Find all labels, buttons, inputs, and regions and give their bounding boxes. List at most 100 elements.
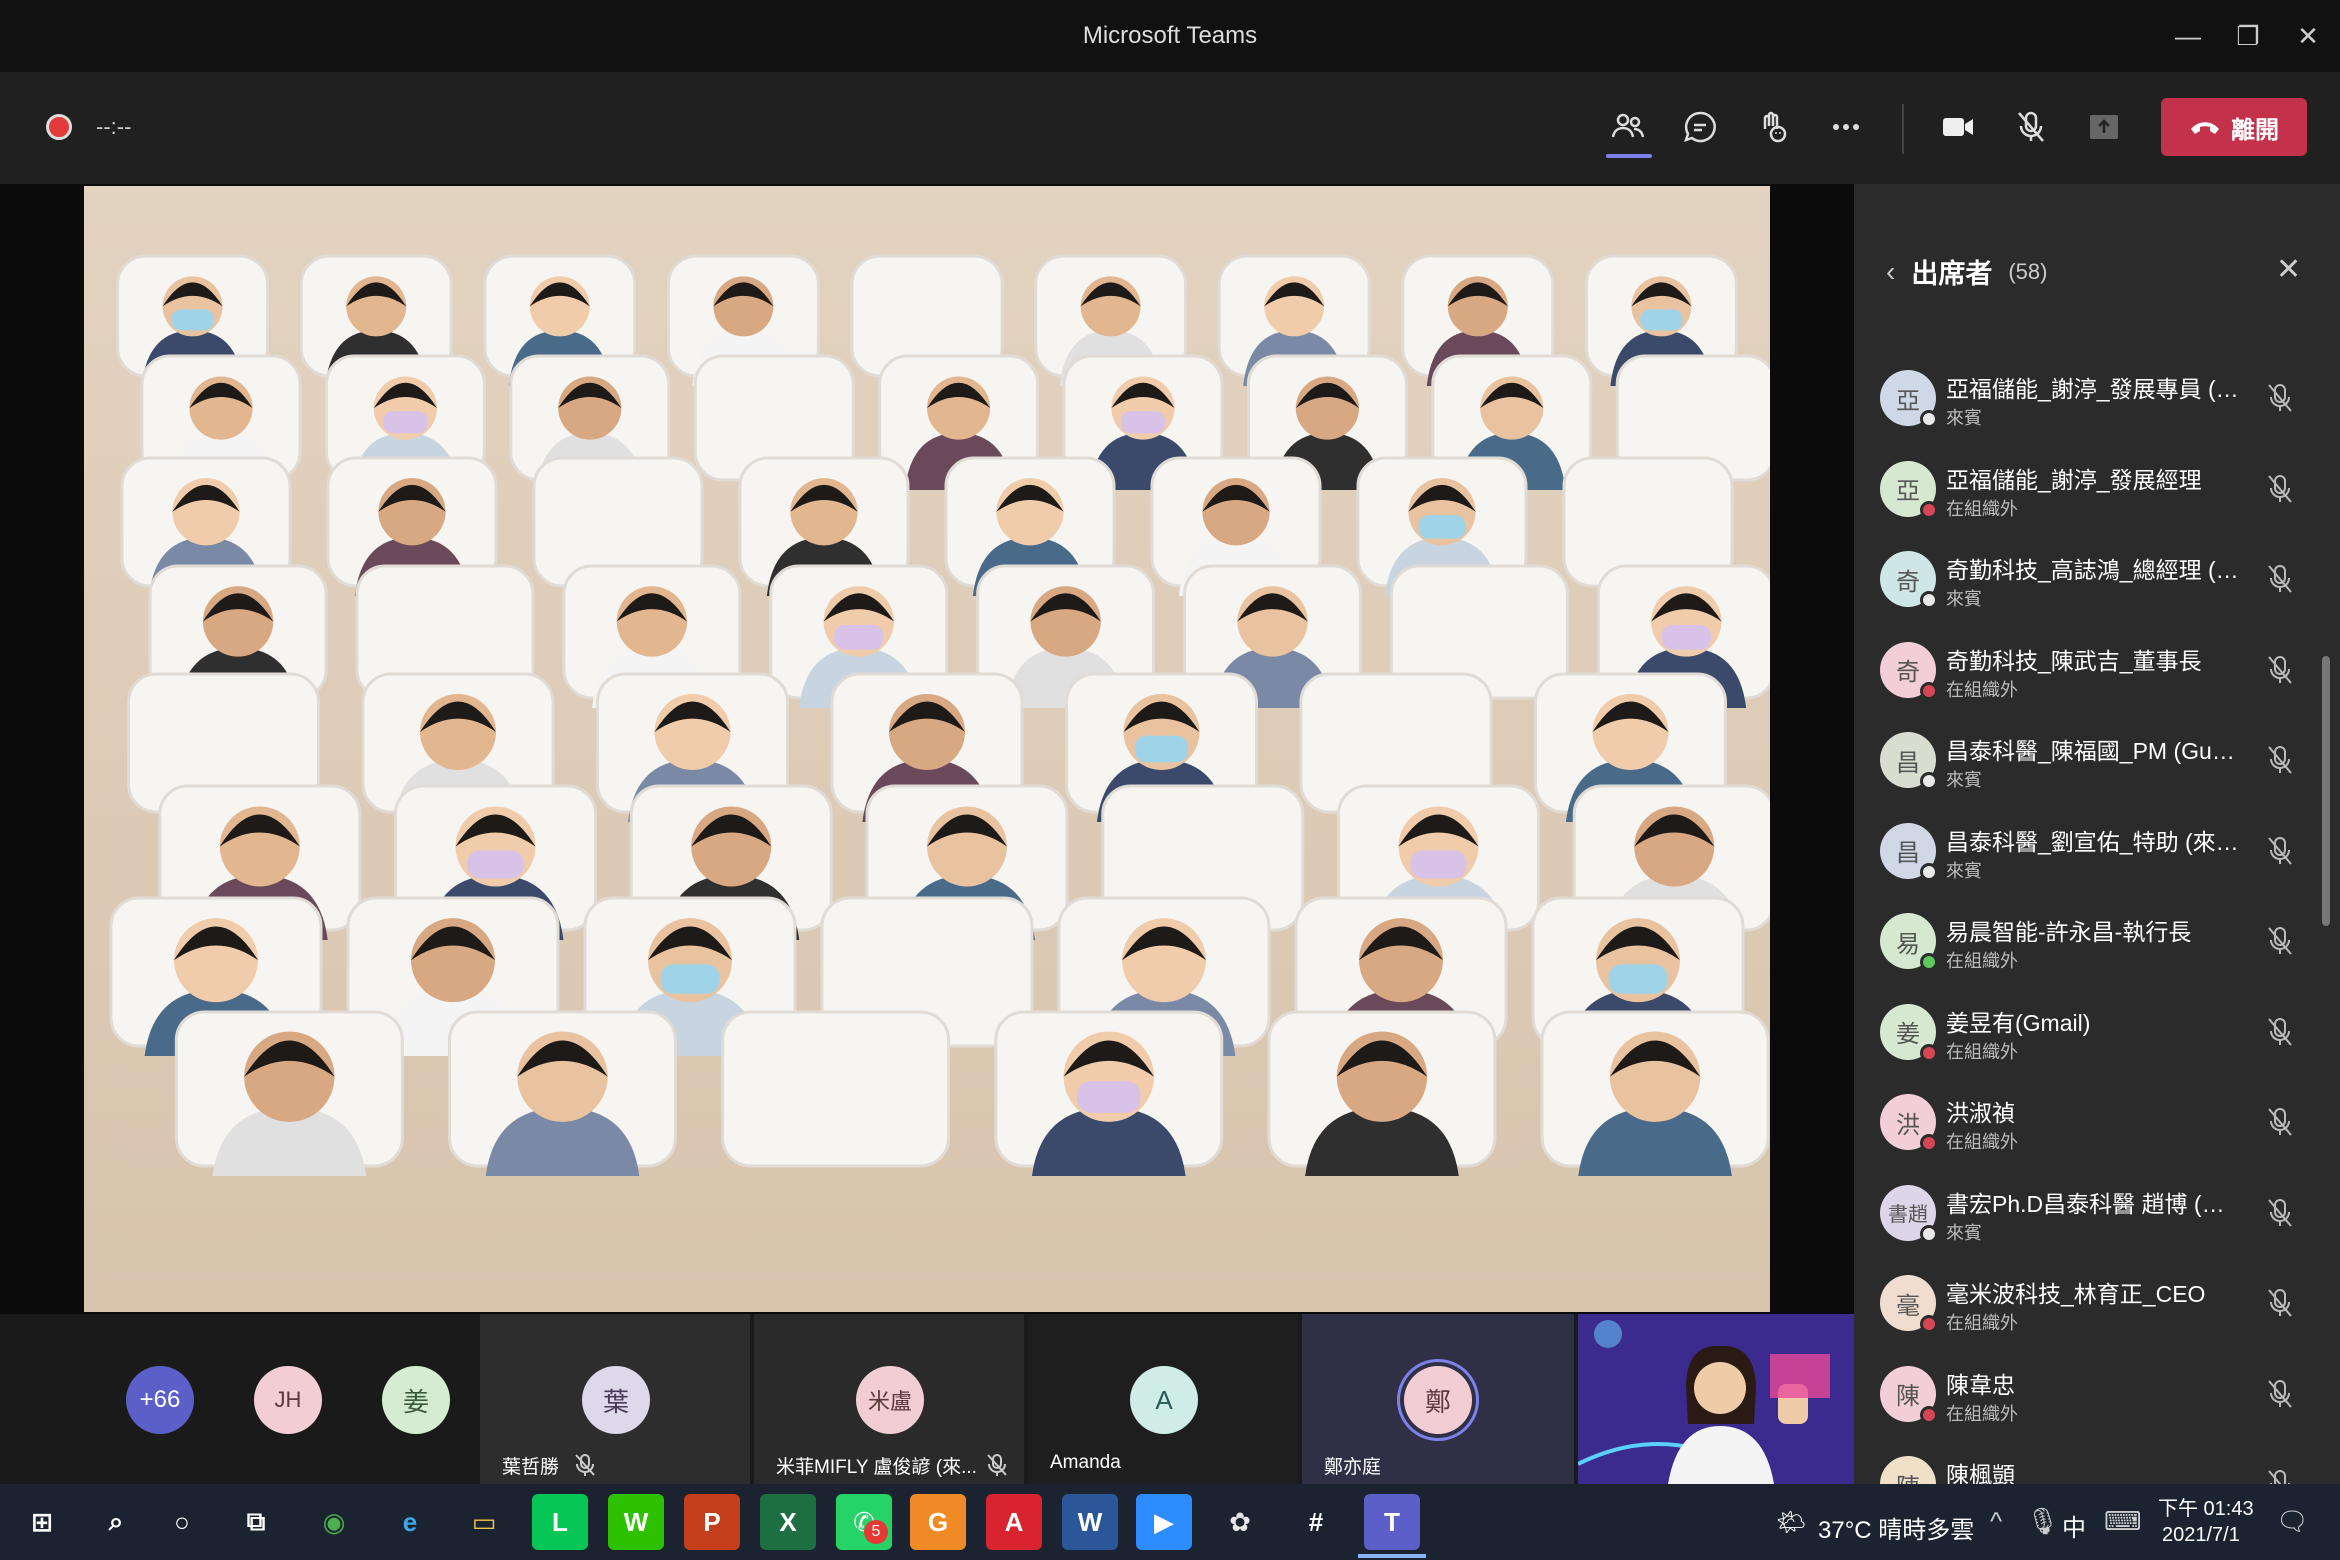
participant-row[interactable]: 陳 陳韋忠 在組織外 bbox=[1880, 1358, 2300, 1438]
participant-row[interactable]: 毫 毫米波科技_林育正_CEO 在組織外 bbox=[1880, 1267, 2300, 1347]
edge-icon[interactable]: e bbox=[382, 1494, 438, 1550]
participant-row[interactable]: 昌 昌泰科醫_陳福國_PM (Guest) ... 來賓 bbox=[1880, 724, 2300, 804]
panel-scrollbar[interactable] bbox=[2322, 656, 2330, 926]
share-button[interactable] bbox=[2076, 102, 2132, 152]
attendee-mask bbox=[1608, 964, 1668, 994]
reactions-button[interactable] bbox=[1745, 102, 1801, 152]
participant-avatar[interactable]: 米盧 bbox=[856, 1366, 924, 1434]
attendee-mask bbox=[1661, 624, 1711, 650]
participant-avatar: 易 bbox=[1880, 913, 1938, 971]
minimize-button[interactable]: — bbox=[2158, 14, 2218, 58]
leave-button[interactable]: 離開 bbox=[2161, 98, 2307, 156]
file-explorer-icon[interactable]: ▭ bbox=[456, 1494, 512, 1550]
participant-avatar[interactable]: JH bbox=[254, 1366, 322, 1434]
presence-status-icon bbox=[1920, 500, 1938, 519]
mic-muted-icon[interactable] bbox=[2262, 1195, 2298, 1231]
app-icon[interactable]: ✿ bbox=[1212, 1494, 1268, 1550]
presence-status-icon bbox=[1920, 862, 1938, 881]
participant-row[interactable]: 亞 亞福儲能_謝渟_發展專員 (來賓) 來賓 bbox=[1880, 362, 2300, 442]
zoom-icon[interactable]: ▶ bbox=[1136, 1494, 1192, 1550]
participant-row[interactable]: 洪 洪淑禎 在組織外 bbox=[1880, 1086, 2300, 1166]
participant-role: 在組織外 bbox=[1946, 679, 2018, 700]
task-view-icon[interactable]: ⧉ bbox=[228, 1494, 284, 1550]
participant-row[interactable]: 昌 昌泰科醫_劉宣佑_特助 (來賓) 來賓 bbox=[1880, 815, 2300, 895]
search-icon[interactable]: ⌕ bbox=[88, 1494, 144, 1550]
mic-muted-icon[interactable] bbox=[2262, 742, 2298, 778]
close-panel-icon[interactable]: ✕ bbox=[2276, 252, 2301, 287]
participant-avatar[interactable]: 葉 bbox=[582, 1366, 650, 1434]
share-screen-icon bbox=[2090, 115, 2118, 139]
participant-row[interactable]: 姜 姜昱有(Gmail) 在組織外 bbox=[1880, 996, 2300, 1076]
participant-avatar[interactable]: 姜 bbox=[382, 1366, 450, 1434]
participant-avatar: 陳 bbox=[1880, 1365, 1938, 1424]
mic-muted-icon[interactable] bbox=[2262, 471, 2298, 507]
hang-up-icon bbox=[2191, 122, 2219, 134]
mic-muted-icon[interactable] bbox=[2262, 1285, 2298, 1321]
close-window-button[interactable]: ✕ bbox=[2278, 14, 2338, 58]
taskbar-time[interactable]: 下午 01:43 bbox=[2158, 1492, 2254, 1521]
participant-row[interactable]: 奇 奇勤科技_陳武吉_董事長 在組織外 bbox=[1880, 634, 2300, 714]
overflow-participants-badge[interactable]: +66 bbox=[126, 1366, 194, 1434]
camera-button[interactable] bbox=[1930, 102, 1986, 152]
meeting-toolbar bbox=[0, 72, 2340, 184]
participant-row[interactable]: 易 易晨智能-許永昌-執行長 在組織外 bbox=[1880, 905, 2300, 985]
word-icon[interactable]: W bbox=[1062, 1494, 1118, 1550]
chat-button[interactable] bbox=[1672, 102, 1728, 152]
participants-button[interactable] bbox=[1600, 102, 1656, 152]
whatsapp-badge: 5 bbox=[864, 1520, 888, 1544]
attendee-mask bbox=[1134, 735, 1189, 763]
participant-row[interactable]: 奇 奇勤科技_高誌鴻_總經理 (來賓) 來賓 bbox=[1880, 543, 2300, 623]
teams-icon[interactable]: T bbox=[1364, 1494, 1420, 1550]
participant-name: 昌泰科醫_陳福國_PM (Guest) ... bbox=[1946, 738, 2246, 764]
tray-chevron-icon[interactable]: ^ bbox=[1990, 1506, 2002, 1537]
mic-muted-icon[interactable] bbox=[2262, 923, 2298, 959]
mic-muted-icon[interactable] bbox=[2262, 1376, 2298, 1412]
seat bbox=[721, 1010, 951, 1168]
start-icon[interactable]: ⊞ bbox=[14, 1494, 70, 1550]
more-icon bbox=[1833, 124, 1859, 130]
notification-icon[interactable]: 🗨 bbox=[2276, 1506, 2309, 1537]
participant-row[interactable]: 書趙 書宏Ph.D昌泰科醫 趙博 (來賓) 來賓 bbox=[1880, 1177, 2300, 1257]
mic-button[interactable] bbox=[2003, 102, 2059, 152]
avatar-initials: 亞 bbox=[1896, 387, 1920, 415]
restore-button[interactable]: ❐ bbox=[2218, 14, 2278, 58]
powerpoint-icon[interactable]: P bbox=[684, 1494, 740, 1550]
mic-muted-icon[interactable] bbox=[2262, 561, 2298, 597]
mic-muted-icon[interactable] bbox=[2262, 833, 2298, 869]
participant-avatar: 書趙 bbox=[1880, 1184, 1938, 1243]
participant-row[interactable]: 亞 亞福儲能_謝渟_發展經理 在組織外 bbox=[1880, 453, 2300, 533]
participant-avatar[interactable]: 鄭 bbox=[1404, 1366, 1472, 1434]
notes-icon[interactable]: G bbox=[910, 1494, 966, 1550]
attendee-mask bbox=[1410, 850, 1467, 879]
mic-muted-icon[interactable] bbox=[2262, 1104, 2298, 1140]
slack-icon[interactable]: # bbox=[1288, 1494, 1344, 1550]
participant-name: 洪淑禎 bbox=[1946, 1100, 2015, 1126]
cortana-icon[interactable]: ○ bbox=[154, 1494, 210, 1550]
more-options-button[interactable] bbox=[1818, 102, 1874, 152]
microphone-tray-icon[interactable]: 🎙 bbox=[2026, 1506, 2059, 1537]
excel-icon[interactable]: X bbox=[760, 1494, 816, 1550]
presence-status-icon bbox=[1920, 1134, 1938, 1152]
mic-muted-icon[interactable] bbox=[2262, 1014, 2298, 1050]
acrobat-icon[interactable]: A bbox=[986, 1494, 1042, 1550]
attendee-mask bbox=[1077, 1081, 1141, 1113]
avatar-initials: 書趙 bbox=[1888, 1204, 1928, 1226]
weather-text[interactable]: 37°C 晴時多雲 bbox=[1818, 1510, 1974, 1545]
ime-mode-icon[interactable]: ⌨ bbox=[2104, 1506, 2142, 1537]
avatar-initials: 毫 bbox=[1896, 1292, 1920, 1320]
taskbar-date[interactable]: 2021/7/1 bbox=[2162, 1524, 2240, 1547]
participant-avatar[interactable]: A bbox=[1130, 1366, 1198, 1434]
video-tile-presenter[interactable] bbox=[1578, 1314, 1854, 1484]
attendee-mask bbox=[467, 850, 524, 879]
avatar-initials: 奇 bbox=[1896, 568, 1920, 596]
avatar-initials: 姜 bbox=[1896, 1021, 1920, 1048]
back-chevron-icon[interactable]: ‹ bbox=[1886, 256, 1895, 288]
participant-name: 昌泰科醫_劉宣佑_特助 (來賓) bbox=[1946, 828, 2246, 855]
wechat-icon[interactable]: W bbox=[608, 1494, 664, 1550]
line-icon[interactable]: L bbox=[532, 1494, 588, 1550]
mic-muted-icon[interactable] bbox=[2262, 652, 2298, 688]
mic-muted-icon[interactable] bbox=[2262, 380, 2298, 416]
chrome-icon[interactable]: ◉ bbox=[306, 1494, 362, 1550]
ime-indicator[interactable]: 中 bbox=[2062, 1508, 2086, 1543]
avatar-initials: 昌 bbox=[1896, 840, 1920, 867]
